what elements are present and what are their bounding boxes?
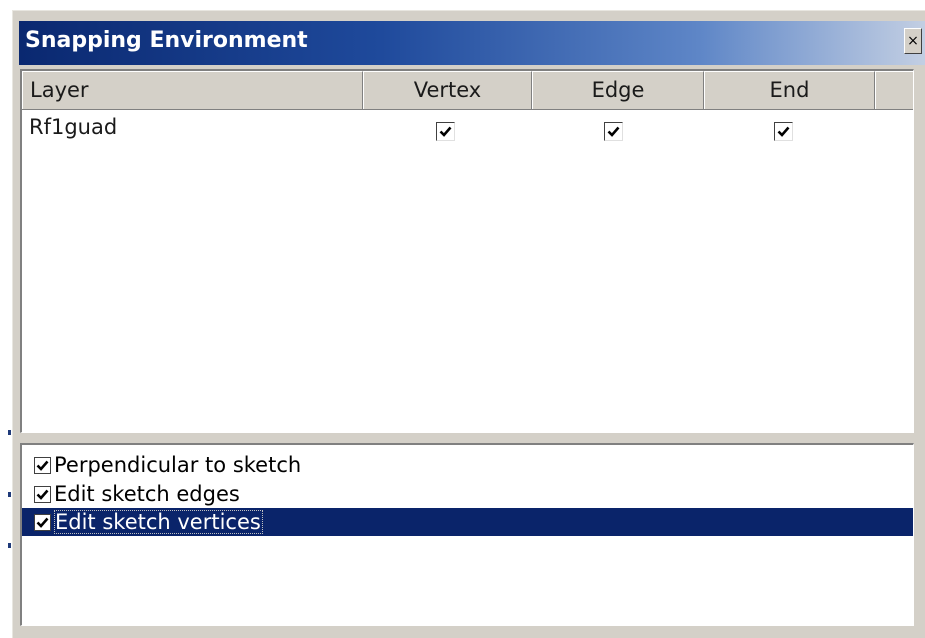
close-button[interactable]: ×: [904, 28, 922, 54]
edge-checkbox[interactable]: [604, 122, 623, 141]
option-label: Edit sketch edges: [54, 482, 240, 506]
snapping-options-list[interactable]: Perpendicular to sketch Edit sketch edge…: [20, 443, 914, 626]
option-label: Edit sketch vertices: [54, 510, 263, 534]
option-checkbox[interactable]: [34, 457, 51, 474]
column-header-edge[interactable]: Edge: [532, 71, 704, 109]
checkmark-icon: [777, 126, 790, 137]
close-icon: ×: [907, 33, 919, 49]
checkmark-icon: [607, 126, 620, 137]
window-edge-mark: [8, 430, 11, 435]
column-header-layer[interactable]: Layer: [22, 71, 363, 109]
column-header-filler: [875, 71, 913, 109]
checkmark-icon: [36, 489, 49, 500]
vertex-checkbox[interactable]: [436, 122, 455, 141]
table-header: Layer Vertex Edge End: [22, 71, 913, 110]
checkmark-icon: [36, 460, 49, 471]
option-edit-sketch-edges[interactable]: Edit sketch edges: [22, 480, 913, 508]
checkmark-icon: [36, 517, 49, 528]
option-checkbox[interactable]: [34, 514, 51, 531]
table-row[interactable]: Rf1guad: [22, 109, 913, 147]
layer-table[interactable]: Layer Vertex Edge End Rf1guad: [20, 69, 914, 433]
end-checkbox[interactable]: [774, 122, 793, 141]
option-checkbox[interactable]: [34, 486, 51, 503]
checkmark-icon: [439, 126, 452, 137]
option-perpendicular-to-sketch[interactable]: Perpendicular to sketch: [22, 451, 913, 479]
layer-name-cell: Rf1guad: [29, 115, 118, 139]
option-edit-sketch-vertices[interactable]: Edit sketch vertices: [22, 508, 913, 536]
option-label: Perpendicular to sketch: [54, 453, 302, 477]
column-header-end[interactable]: End: [704, 71, 875, 109]
title-bar[interactable]: Snapping Environment ×: [19, 21, 925, 65]
window-edge-mark: [8, 492, 11, 497]
column-header-vertex[interactable]: Vertex: [363, 71, 532, 109]
window-title: Snapping Environment: [25, 28, 308, 53]
window-edge-mark: [8, 543, 11, 548]
